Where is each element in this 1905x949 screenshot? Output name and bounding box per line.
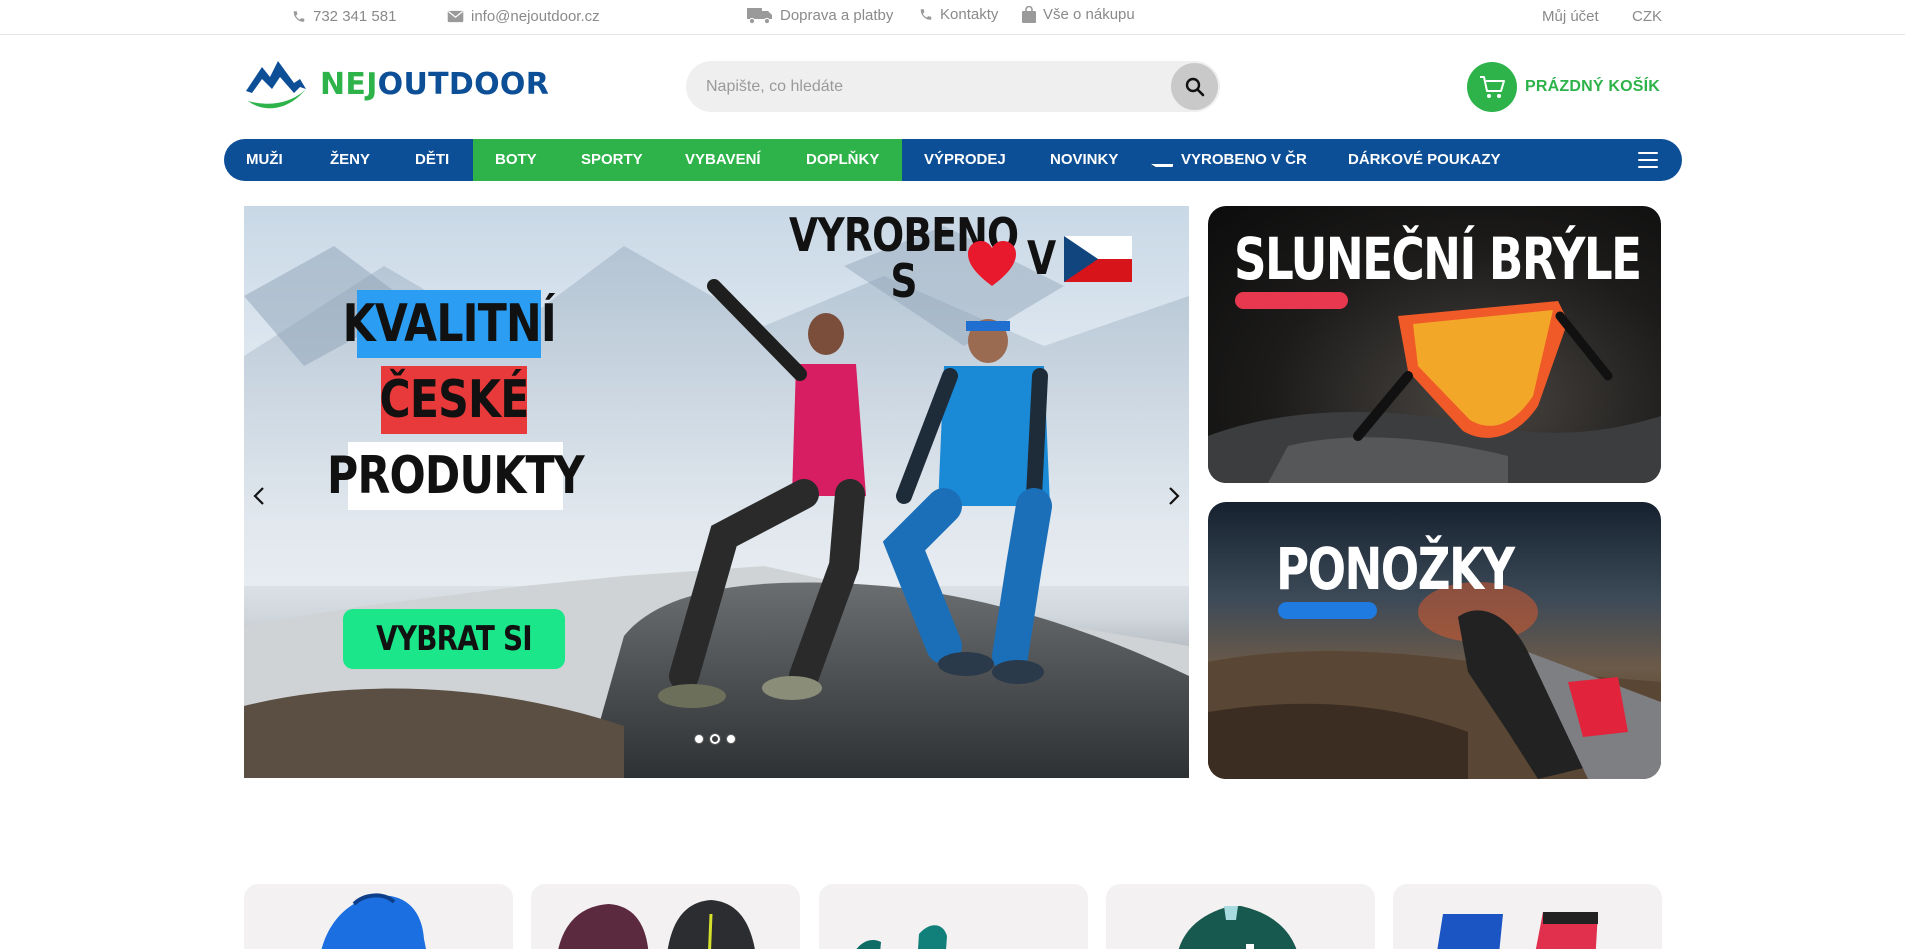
main-nav: MUŽI ŽENY DĚTI BOTY SPORTY VYBAVENÍ DOPL… — [224, 139, 1682, 181]
headline-line2-text: ČESKÉ — [379, 370, 529, 430]
nav-label: ŽENY — [330, 151, 371, 168]
nav-label: SPORTY — [581, 151, 643, 168]
category-image-5 — [1437, 912, 1598, 949]
nav-item-deti[interactable]: DĚTI — [415, 139, 449, 181]
nav-item-vybaveni[interactable]: VYBAVENÍ — [685, 139, 761, 181]
nav-item-zeny[interactable]: ŽENY — [330, 139, 370, 181]
contacts-label: Kontakty — [940, 6, 999, 23]
hero-headline-line1: KVALITNÍ — [343, 290, 557, 358]
promo-title-sunglasses: SLUNEČNÍ BRÝLE — [1234, 225, 1642, 293]
category-image-3 — [856, 925, 947, 949]
promo-sunglasses[interactable]: SLUNEČNÍ BRÝLE — [1208, 206, 1661, 483]
cart-button[interactable]: PRÁZDNÝ KOŠÍK — [1467, 62, 1660, 112]
czech-flag-icon — [1151, 153, 1173, 167]
slider-dots — [694, 734, 736, 744]
shopping-info-label: Vše o nákupu — [1043, 6, 1135, 23]
czech-flag-icon — [1064, 236, 1132, 282]
nav-item-boty[interactable]: BOTY — [495, 139, 537, 181]
nav-label: VYROBENO V ČR — [1181, 151, 1307, 168]
category-card-2[interactable] — [531, 884, 800, 949]
phone-link[interactable]: 732 341 581 — [292, 8, 396, 25]
shipping-link[interactable]: Doprava a platby — [747, 6, 893, 24]
shipping-label: Doprava a platby — [780, 6, 894, 24]
top-bar: 732 341 581 info@nejoutdoor.cz Doprava a… — [0, 0, 1905, 35]
currency-label: CZK — [1632, 8, 1662, 25]
hero-slider[interactable]: VYROBENO S V KVALITNÍ ČESKÉ PRODUKTY VYB… — [244, 206, 1189, 778]
slider-next-button[interactable] — [1159, 476, 1189, 516]
nav-item-darkove-poukazy[interactable]: DÁRKOVÉ POUKAZY — [1348, 139, 1501, 181]
hero-cta-button[interactable]: VYBRAT SI — [343, 609, 565, 669]
category-image-4 — [1178, 906, 1297, 949]
phone-number: 732 341 581 — [313, 8, 397, 25]
slider-dot-3[interactable] — [726, 734, 736, 744]
logo-nej: NEJ — [320, 66, 378, 102]
truck-icon — [747, 8, 772, 24]
nav-label: DĚTI — [415, 151, 450, 168]
category-card-5[interactable] — [1393, 884, 1662, 949]
category-card-4[interactable] — [1106, 884, 1375, 949]
promo-title-socks: PONOŽKY — [1276, 535, 1515, 603]
menu-icon[interactable] — [1638, 152, 1658, 168]
nav-label: BOTY — [495, 151, 537, 168]
category-image-1 — [321, 893, 426, 949]
logo-outdoor: OUTDOOR — [377, 66, 550, 102]
hero-cta-label: VYBRAT SI — [376, 619, 533, 659]
nav-item-vyrobeno-v-cr[interactable]: VYROBENO V ČR — [1151, 139, 1307, 181]
currency-selector[interactable]: CZK — [1632, 8, 1662, 25]
chevron-left-icon — [253, 487, 264, 505]
cart-icon-circle — [1467, 62, 1517, 112]
hero-in-label: V — [1027, 231, 1056, 285]
account-link[interactable]: Můj účet — [1542, 8, 1599, 25]
nav-item-sporty[interactable]: SPORTY — [581, 139, 643, 181]
shopping-bag-icon — [1022, 6, 1036, 23]
shopping-info-link[interactable]: Vše o nákupu — [1022, 6, 1135, 23]
category-card-3[interactable] — [819, 884, 1088, 949]
nav-item-muzi[interactable]: MUŽI — [246, 139, 283, 181]
logo-wordmark: NEJOUTDOOR — [320, 67, 549, 102]
hero-headline-line3: PRODUKTY — [327, 442, 585, 510]
headline-line3-text: PRODUKTY — [327, 446, 585, 506]
promo-bar-red — [1235, 292, 1348, 309]
nav-label: VYBAVENÍ — [685, 151, 761, 168]
chevron-right-icon — [1169, 487, 1180, 505]
heart-icon — [968, 241, 1016, 286]
category-image-2 — [558, 900, 755, 949]
search-icon — [1185, 77, 1204, 96]
slider-dot-1[interactable] — [694, 734, 704, 744]
email-link[interactable]: info@nejoutdoor.cz — [447, 8, 600, 25]
nav-label: MUŽI — [246, 151, 283, 168]
search-bar — [686, 61, 1220, 112]
slider-dot-2[interactable] — [710, 734, 720, 744]
contacts-link[interactable]: Kontakty — [919, 6, 998, 23]
nav-label: DÁRKOVÉ POUKAZY — [1348, 151, 1501, 168]
account-label: Můj účet — [1542, 8, 1599, 25]
site-logo[interactable]: NEJOUTDOOR — [244, 57, 549, 111]
promo-bar-blue — [1278, 602, 1377, 619]
nav-label: NOVINKY — [1050, 151, 1119, 168]
search-button[interactable] — [1171, 63, 1218, 110]
headline-line1-text: KVALITNÍ — [342, 294, 557, 354]
search-input[interactable] — [706, 61, 1126, 112]
nav-item-doplnky[interactable]: DOPLŇKY — [806, 139, 879, 181]
phone-icon — [920, 9, 932, 20]
nav-item-novinky[interactable]: NOVINKY — [1050, 139, 1118, 181]
phone-icon — [293, 11, 305, 22]
mail-icon — [447, 10, 464, 23]
nav-label: DOPLŇKY — [806, 151, 880, 168]
cart-label: PRÁZDNÝ KOŠÍK — [1525, 78, 1661, 95]
category-card-1[interactable] — [244, 884, 513, 949]
hero-in-text: V — [1027, 234, 1060, 282]
slider-prev-button[interactable] — [244, 476, 274, 516]
nav-item-vyprodej[interactable]: VÝPRODEJ — [924, 139, 1006, 181]
cart-icon — [1480, 76, 1505, 98]
hero-headline-line2: ČESKÉ — [379, 366, 529, 434]
mountain-logo-icon — [246, 61, 306, 109]
nav-label: VÝPRODEJ — [924, 151, 1006, 168]
promo-socks[interactable]: PONOŽKY — [1208, 502, 1661, 779]
email-address: info@nejoutdoor.cz — [471, 8, 600, 25]
